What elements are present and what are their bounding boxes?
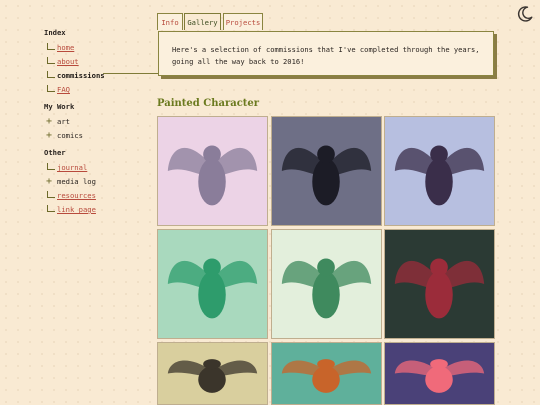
gallery-thumbnail[interactable]: [157, 116, 268, 226]
artwork-image: [385, 343, 494, 404]
tree-branch-icon: [47, 85, 55, 92]
gallery-title: Painted Character: [157, 98, 260, 109]
artwork-image: [385, 230, 494, 338]
artwork-image: [272, 343, 381, 404]
expand-plus-icon: +: [46, 130, 53, 141]
sidebar-section-title: Other: [44, 148, 66, 157]
gallery-thumbnail[interactable]: [157, 342, 268, 405]
theme-toggle-button[interactable]: [516, 5, 534, 23]
sidebar-item[interactable]: link page: [44, 203, 154, 217]
gallery-thumbnail[interactable]: [157, 229, 268, 339]
tree-branch-icon: [47, 71, 55, 78]
sidebar-item[interactable]: commissions: [44, 69, 154, 83]
tree-branch-icon: [47, 163, 55, 170]
gallery-thumbnail[interactable]: [384, 342, 495, 405]
artwork-image: [385, 117, 494, 225]
tree-branch-icon: [47, 191, 55, 198]
sidebar-item-label: commissions: [57, 71, 105, 80]
gallery-thumbnail[interactable]: [271, 116, 382, 226]
tab-projects[interactable]: Projects: [223, 13, 263, 30]
sidebar-item[interactable]: about: [44, 55, 154, 69]
sidebar-item[interactable]: + art: [44, 115, 154, 129]
artwork-image: [158, 230, 267, 338]
sidebar-nav: Index home about commissions FAQ My Work + art +…: [44, 27, 154, 217]
sidebar-item[interactable]: + comics: [44, 129, 154, 143]
gallery-thumbnail[interactable]: [384, 116, 495, 226]
tree-branch-icon: [47, 57, 55, 64]
sidebar-item-label[interactable]: about: [57, 57, 79, 66]
sidebar-item[interactable]: FAQ: [44, 83, 154, 97]
sidebar-item-label: art: [57, 117, 70, 126]
sidebar-item-label: comics: [57, 131, 83, 140]
moon-icon: [517, 6, 533, 22]
sidebar-item[interactable]: + media log: [44, 175, 154, 189]
sidebar-item-label[interactable]: FAQ: [57, 85, 70, 94]
sidebar-item[interactable]: journal: [44, 161, 154, 175]
sidebar-section-title: Index: [44, 28, 66, 37]
gallery-thumbnail[interactable]: [271, 229, 382, 339]
sidebar-item-label[interactable]: resources: [57, 191, 96, 200]
artwork-image: [272, 230, 381, 338]
sidebar-item[interactable]: resources: [44, 189, 154, 203]
tab-info[interactable]: Info: [157, 13, 183, 30]
artwork-image: [158, 343, 267, 404]
tree-branch-icon: [47, 205, 55, 212]
expand-plus-icon: +: [46, 116, 53, 127]
expand-plus-icon: +: [46, 176, 53, 187]
sidebar-item-label[interactable]: journal: [57, 163, 87, 172]
sidebar-section-title: My Work: [44, 102, 75, 111]
artwork-image: [158, 117, 267, 225]
tree-branch-icon: [47, 43, 55, 50]
gallery-thumbnail[interactable]: [271, 342, 382, 405]
sidebar-item[interactable]: home: [44, 41, 154, 55]
tab-gallery[interactable]: Gallery: [184, 13, 221, 30]
panel-text: Here's a selection of commissions that I…: [172, 45, 480, 66]
artwork-image: [272, 117, 381, 225]
gallery-thumbnail[interactable]: [384, 229, 495, 339]
current-page-connector: [103, 73, 159, 74]
info-panel: Here's a selection of commissions that I…: [158, 31, 494, 76]
sidebar-item-label[interactable]: home: [57, 43, 74, 52]
sidebar-item-label: media log: [57, 177, 96, 186]
sidebar-item-label[interactable]: link page: [57, 205, 96, 214]
